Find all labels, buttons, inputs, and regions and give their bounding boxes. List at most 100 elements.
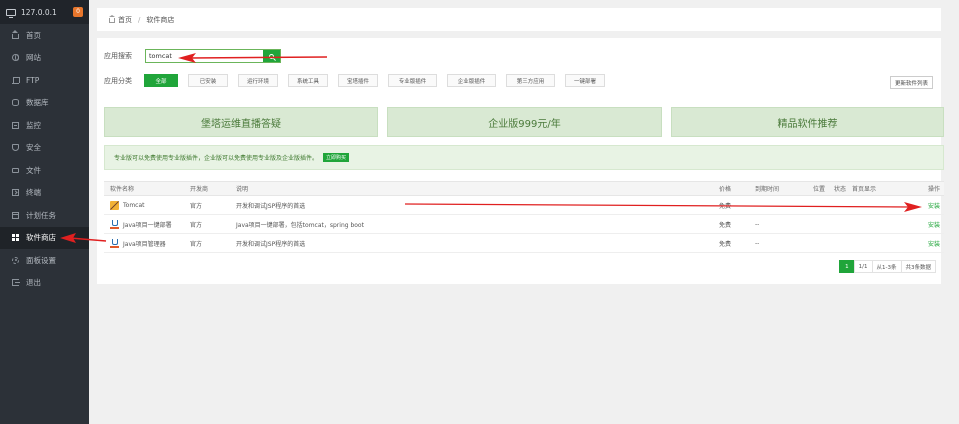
col-name: 软件名称: [104, 181, 190, 196]
category-bt-plugins[interactable]: 宝塔插件: [338, 74, 378, 87]
software-developer: 官方: [190, 233, 236, 253]
category-label: 应用分类: [104, 76, 132, 85]
home-icon: [12, 29, 19, 39]
sidebar: 127.0.0.1 0 首页 网站 FTP 数据库 监控 安全 文件 终端 计划…: [0, 0, 89, 424]
sidebar-item-label: 终端: [26, 188, 41, 198]
terminal-icon: [12, 189, 19, 197]
search-icon: [269, 53, 274, 59]
globe-icon: [12, 54, 19, 62]
category-one-click-deploy[interactable]: 一键部署: [565, 74, 605, 87]
breadcrumb-current: 软件商店: [146, 15, 175, 24]
search-button[interactable]: [263, 50, 280, 62]
col-homepage-display: 首页显示: [852, 181, 914, 196]
software-location: [813, 233, 834, 253]
col-developer: 开发商: [190, 181, 236, 196]
sidebar-item-label: 网站: [26, 53, 41, 63]
java-logo-icon: [110, 219, 119, 229]
buy-now-button[interactable]: 立即购买: [323, 153, 350, 162]
category-runtime[interactable]: 运行环境: [238, 74, 278, 87]
gear-icon: [12, 256, 19, 264]
software-name: Java项目一键部署: [110, 219, 190, 229]
sidebar-item-monitor[interactable]: 监控: [0, 114, 89, 137]
monitor-icon: [12, 121, 19, 129]
col-location: 位置: [813, 181, 834, 196]
sidebar-item-database[interactable]: 数据库: [0, 92, 89, 115]
software-table: 软件名称 开发商 说明 价格 到期时间 位置 状态 首页显示 操作 Tomcat…: [104, 181, 944, 253]
sidebar-item-software-store[interactable]: 软件商店: [0, 226, 89, 249]
store-panel: 应用搜索 应用分类 全部 已安装 运行环境 系统工具 宝塔插件 专业版插件 企业…: [97, 38, 944, 284]
software-homepage-display: [852, 195, 914, 215]
sidebar-item-panel-settings[interactable]: 面板设置: [0, 249, 89, 272]
breadcrumb: 首页 / 软件商店: [97, 8, 941, 31]
category-system-tools[interactable]: 系统工具: [288, 74, 328, 87]
sidebar-item-cron[interactable]: 计划任务: [0, 204, 89, 227]
sidebar-item-logout[interactable]: 退出: [0, 272, 89, 295]
search-row: 应用搜索: [104, 49, 281, 63]
database-icon: [12, 99, 19, 107]
sidebar-item-security[interactable]: 安全: [0, 137, 89, 160]
sidebar-item-website[interactable]: 网站: [0, 47, 89, 70]
software-homepage-display: [852, 233, 914, 253]
breadcrumb-separator: /: [138, 15, 141, 24]
sidebar-item-home[interactable]: 首页: [0, 24, 89, 47]
banner-recommended[interactable]: 精品软件推荐: [671, 107, 944, 137]
folder-icon: [12, 168, 19, 174]
update-software-list-button[interactable]: 更新软件列表: [889, 76, 933, 89]
col-price: 价格: [719, 181, 755, 196]
sidebar-item-ftp[interactable]: FTP: [0, 69, 89, 92]
category-third-party[interactable]: 第三方应用: [506, 74, 555, 87]
software-developer: 官方: [190, 214, 236, 234]
sidebar-item-label: 监控: [26, 120, 41, 130]
install-button[interactable]: 安装: [914, 233, 944, 253]
page-total: 共3条数据: [900, 260, 936, 273]
search-label: 应用搜索: [104, 52, 132, 60]
table-row: Tomcat 官方 开发和调试JSP程序的首选 免费 安装: [104, 195, 944, 215]
home-icon: [109, 15, 115, 23]
col-status: 状态: [834, 181, 852, 196]
software-developer: 官方: [190, 195, 236, 215]
software-expire: [755, 195, 813, 215]
software-description: 开发和调试JSP程序的首选: [236, 233, 719, 253]
col-expire: 到期时间: [755, 181, 813, 196]
software-status: [834, 195, 852, 215]
install-button[interactable]: 安装: [914, 195, 944, 215]
install-button[interactable]: 安装: [914, 214, 944, 234]
software-expire: --: [755, 233, 813, 253]
col-action: 操作: [914, 181, 944, 196]
java-logo-icon: [110, 238, 119, 248]
page-count: 1/1: [853, 260, 873, 273]
category-installed[interactable]: 已安装: [188, 74, 228, 87]
sidebar-item-label: 首页: [26, 30, 41, 40]
sidebar-item-files[interactable]: 文件: [0, 159, 89, 182]
server-header[interactable]: 127.0.0.1 0: [0, 0, 89, 24]
table-row: Java项目一键部署 官方 Java项目一键部署，包括tomcat，spring…: [104, 214, 944, 234]
main-content: 首页 / 软件商店 应用搜索 应用分类 全部 已安装 运行环境 系统工具 宝塔插…: [89, 0, 959, 424]
category-pro-plugins[interactable]: 专业版插件: [388, 74, 437, 87]
table-row: Java项目管理器 官方 开发和调试JSP程序的首选 免费 -- 安装: [104, 233, 944, 253]
sidebar-item-terminal[interactable]: 终端: [0, 182, 89, 205]
sidebar-item-label: 安全: [26, 143, 41, 153]
exit-icon: [12, 279, 20, 287]
sidebar-item-label: 数据库: [26, 98, 49, 108]
grid-icon: [12, 234, 19, 242]
banner-enterprise[interactable]: 企业版999元/年: [387, 107, 662, 137]
software-location: [813, 214, 834, 234]
sidebar-item-label: 面板设置: [26, 255, 56, 265]
pagination: 1 1/1 从1-3条 共3条数据: [839, 260, 936, 273]
search-input[interactable]: [146, 50, 263, 62]
sidebar-item-label: 软件商店: [26, 233, 56, 243]
tomcat-logo-icon: [110, 200, 119, 210]
calendar-icon: [12, 211, 19, 219]
shield-icon: [12, 144, 19, 152]
notification-badge[interactable]: 0: [73, 7, 83, 17]
sidebar-item-label: 退出: [26, 278, 41, 288]
software-homepage-display: [852, 214, 914, 234]
table-header-row: 软件名称 开发商 说明 价格 到期时间 位置 状态 首页显示 操作: [104, 181, 944, 196]
category-row: 应用分类 全部 已安装 运行环境 系统工具 宝塔插件 专业版插件 企业版插件 第…: [104, 74, 615, 87]
category-all[interactable]: 全部: [144, 74, 178, 87]
breadcrumb-home[interactable]: 首页: [118, 15, 132, 25]
page-range: 从1-3条: [871, 260, 902, 273]
page-current[interactable]: 1: [839, 260, 855, 273]
banner-live-qa[interactable]: 堡塔运维直播答疑: [104, 107, 378, 137]
category-enterprise-plugins[interactable]: 企业版插件: [447, 74, 496, 87]
